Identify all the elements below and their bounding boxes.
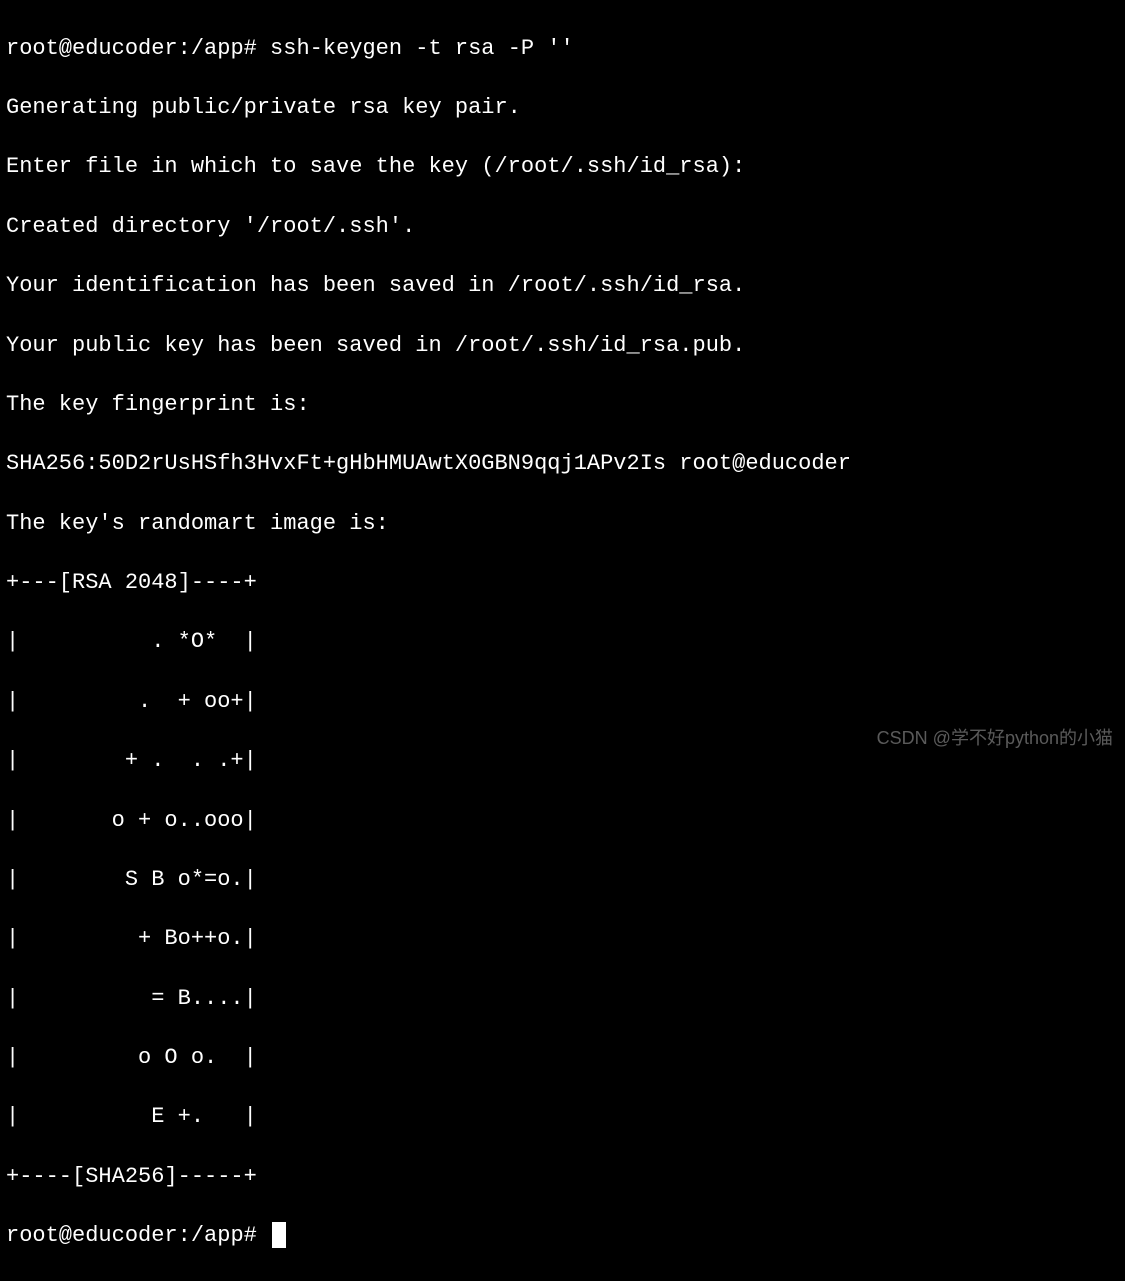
output-line: Your identification has been saved in /r… bbox=[6, 271, 1119, 301]
randomart-line: | o + o..ooo| bbox=[6, 806, 1119, 836]
command-line-1: root@educoder:/app# ssh-keygen -t rsa -P… bbox=[6, 34, 1119, 64]
output-line: Your public key has been saved in /root/… bbox=[6, 331, 1119, 361]
output-line: SHA256:50D2rUsHSfh3HvxFt+gHbHMUAwtX0GBN9… bbox=[6, 449, 1119, 479]
randomart-line: | E +. | bbox=[6, 1102, 1119, 1132]
randomart-line: | + Bo++o.| bbox=[6, 924, 1119, 954]
randomart-line: | . *O* | bbox=[6, 627, 1119, 657]
randomart-line: +----[SHA256]-----+ bbox=[6, 1162, 1119, 1192]
command-line-2[interactable]: root@educoder:/app# bbox=[6, 1221, 1119, 1251]
randomart-line: | + . . .+| bbox=[6, 746, 1119, 776]
randomart-line: | = B....| bbox=[6, 984, 1119, 1014]
output-line: The key's randomart image is: bbox=[6, 509, 1119, 539]
randomart-line: | S B o*=o.| bbox=[6, 865, 1119, 895]
prompt-path: :/app# bbox=[178, 1223, 257, 1248]
command-text bbox=[257, 1223, 270, 1248]
cursor-icon bbox=[272, 1222, 286, 1248]
prompt-user: root@educoder bbox=[6, 36, 178, 61]
randomart-line: | . + oo+| bbox=[6, 687, 1119, 717]
output-line: Generating public/private rsa key pair. bbox=[6, 93, 1119, 123]
output-line: The key fingerprint is: bbox=[6, 390, 1119, 420]
randomart-line: +---[RSA 2048]----+ bbox=[6, 568, 1119, 598]
terminal-output[interactable]: root@educoder:/app# ssh-keygen -t rsa -P… bbox=[6, 4, 1119, 1281]
prompt-path: :/app# bbox=[178, 36, 257, 61]
randomart-line: | o O o. | bbox=[6, 1043, 1119, 1073]
output-line: Created directory '/root/.ssh'. bbox=[6, 212, 1119, 242]
command-text: ssh-keygen -t rsa -P '' bbox=[257, 36, 574, 61]
watermark-text: CSDN @学不好python的小猫 bbox=[877, 726, 1113, 750]
output-line: Enter file in which to save the key (/ro… bbox=[6, 152, 1119, 182]
prompt-user: root@educoder bbox=[6, 1223, 178, 1248]
